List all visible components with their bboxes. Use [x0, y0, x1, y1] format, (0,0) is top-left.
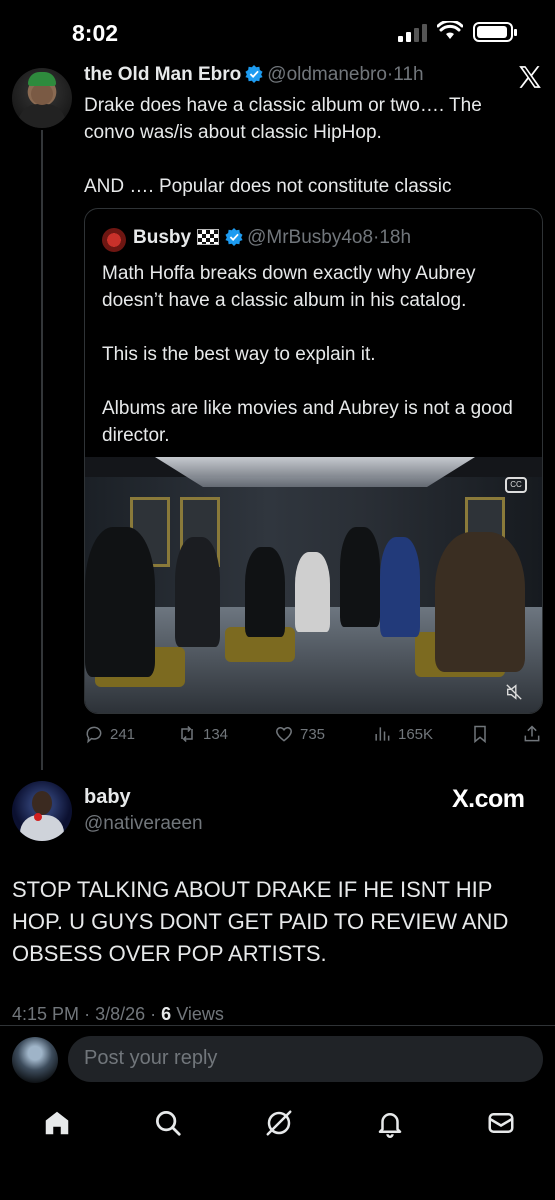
bottom-nav	[0, 1100, 555, 1150]
reply-input-placeholder: Post your reply	[84, 1047, 218, 1069]
checkered-flag-icon	[197, 229, 220, 245]
post-time: 4:15 PM	[12, 1004, 80, 1024]
video-player[interactable]: CC	[85, 457, 542, 713]
tweet-header: the Old Man Ebro @oldmanebro·11h	[84, 64, 504, 90]
tweet-actions: 241 134 735 165K	[84, 724, 544, 750]
author-name[interactable]: the Old Man Ebro	[84, 64, 241, 85]
repost-count: 134	[203, 725, 229, 743]
status-bar: 8:02	[0, 0, 555, 62]
bookmark-button[interactable]	[470, 724, 490, 744]
repost-icon	[181, 725, 193, 743]
views-button[interactable]: 165K	[372, 724, 433, 744]
quoted-avatar[interactable]	[102, 228, 126, 252]
avatar[interactable]	[12, 68, 72, 128]
bookmark-icon	[474, 725, 486, 744]
tweet-text: Drake does have a classic album or two….…	[84, 95, 482, 197]
reply-input[interactable]: Post your reply	[68, 1036, 543, 1082]
status-time: 8:02	[72, 20, 119, 46]
home-icon[interactable]	[42, 1108, 72, 1138]
wifi-icon	[437, 21, 463, 39]
current-user-avatar[interactable]	[12, 1037, 58, 1083]
post-views-label: Views	[176, 1004, 224, 1024]
notifications-icon[interactable]	[375, 1108, 405, 1138]
like-button[interactable]: 735	[274, 724, 325, 744]
x-com-watermark: X.com	[452, 785, 525, 813]
reply-text: STOP TALKING ABOUT DRAKE IF HE ISNT HIP …	[12, 877, 509, 966]
grok-icon[interactable]	[264, 1108, 294, 1138]
thread-connector	[41, 130, 43, 770]
quoted-author-name[interactable]: Busby	[133, 227, 191, 248]
search-icon[interactable]	[153, 1108, 183, 1138]
tweet-time[interactable]: 11h	[393, 64, 423, 85]
heart-icon	[275, 727, 293, 742]
verified-badge-icon	[245, 65, 263, 83]
divider	[0, 1025, 555, 1026]
post-metadata: 4:15 PM · 3/8/26 · 6 Views	[12, 1004, 224, 1024]
reply-icon	[86, 726, 102, 744]
views-icon	[375, 727, 390, 741]
share-icon	[524, 725, 540, 742]
reply-author-name[interactable]: baby	[84, 786, 131, 809]
quoted-tweet-text: Math Hoffa breaks down exactly why Aubre…	[102, 263, 513, 446]
x-logo-icon	[519, 66, 541, 88]
repost-button[interactable]: 134	[177, 724, 228, 744]
cellular-signal-icon	[398, 24, 427, 42]
post-date: 3/8/26	[95, 1004, 146, 1024]
verified-badge-icon	[225, 228, 243, 246]
captions-icon[interactable]: CC	[505, 477, 527, 493]
quoted-tweet-card[interactable]: Busby @MrBusby4o8·18h Math Hoffa breaks d…	[84, 208, 543, 714]
mute-icon[interactable]	[505, 683, 523, 701]
author-handle[interactable]: @oldmanebro	[267, 64, 387, 85]
reply-count: 241	[110, 725, 136, 743]
quoted-author-handle[interactable]: @MrBusby4o8	[247, 227, 373, 248]
post-views-count: 6	[161, 1004, 172, 1024]
battery-icon	[473, 22, 517, 42]
avatar[interactable]	[12, 781, 72, 841]
views-count: 165K	[398, 725, 434, 743]
share-button[interactable]	[522, 724, 542, 744]
quoted-tweet-header: Busby @MrBusby4o8·18h	[133, 227, 411, 249]
quoted-tweet-time: 18h	[379, 227, 412, 248]
messages-icon[interactable]	[486, 1108, 516, 1138]
reply-author-handle[interactable]: @nativeraeen	[84, 813, 203, 835]
reply-button[interactable]: 241	[84, 724, 135, 744]
like-count: 735	[300, 725, 326, 743]
